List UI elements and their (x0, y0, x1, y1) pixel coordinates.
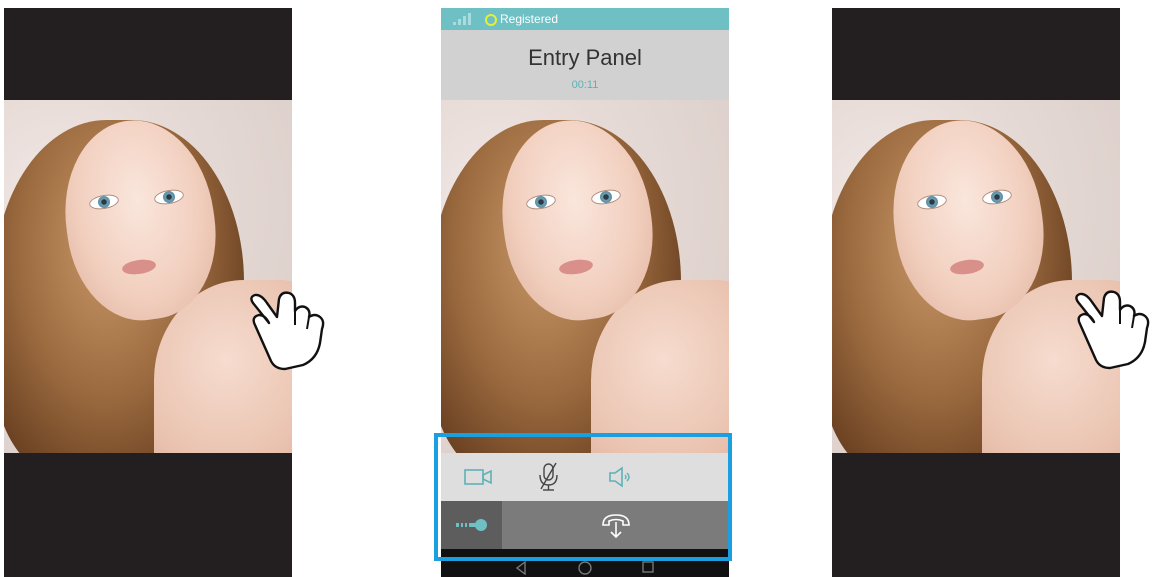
video-camera-icon (464, 469, 492, 485)
video-feed-image[interactable] (832, 100, 1120, 453)
recents-icon[interactable] (642, 561, 654, 573)
speaker-icon (609, 466, 630, 488)
call-actions-bar (441, 501, 729, 549)
status-bar: Registered (441, 8, 729, 30)
tap-hand-icon (250, 291, 325, 371)
call-timer: 00:11 (571, 79, 599, 91)
hangup-icon (601, 514, 630, 539)
registration-status-icon (485, 14, 497, 26)
tap-hand-icon (1075, 290, 1150, 370)
call-title: Entry Panel (528, 45, 642, 70)
back-icon[interactable] (515, 561, 527, 575)
microphone-muted-icon (539, 462, 558, 491)
call-header: Entry Panel 00:11 (441, 30, 729, 100)
home-icon[interactable] (578, 561, 592, 575)
speaker-button[interactable] (605, 462, 637, 492)
open-door-button[interactable] (441, 501, 502, 549)
signal-icon (453, 13, 473, 25)
hangup-button[interactable] (502, 501, 729, 549)
video-toggle-button[interactable] (463, 462, 495, 492)
video-feed-image (441, 100, 729, 453)
key-icon (455, 519, 487, 531)
video-feed-image[interactable] (4, 100, 292, 453)
phone-screen-center: Registered Entry Panel 00:11 (441, 8, 729, 577)
call-controls-bar (441, 453, 729, 501)
android-navigation-bar (441, 549, 729, 577)
mute-button[interactable] (533, 462, 565, 492)
registration-status-label: Registered (500, 12, 559, 26)
